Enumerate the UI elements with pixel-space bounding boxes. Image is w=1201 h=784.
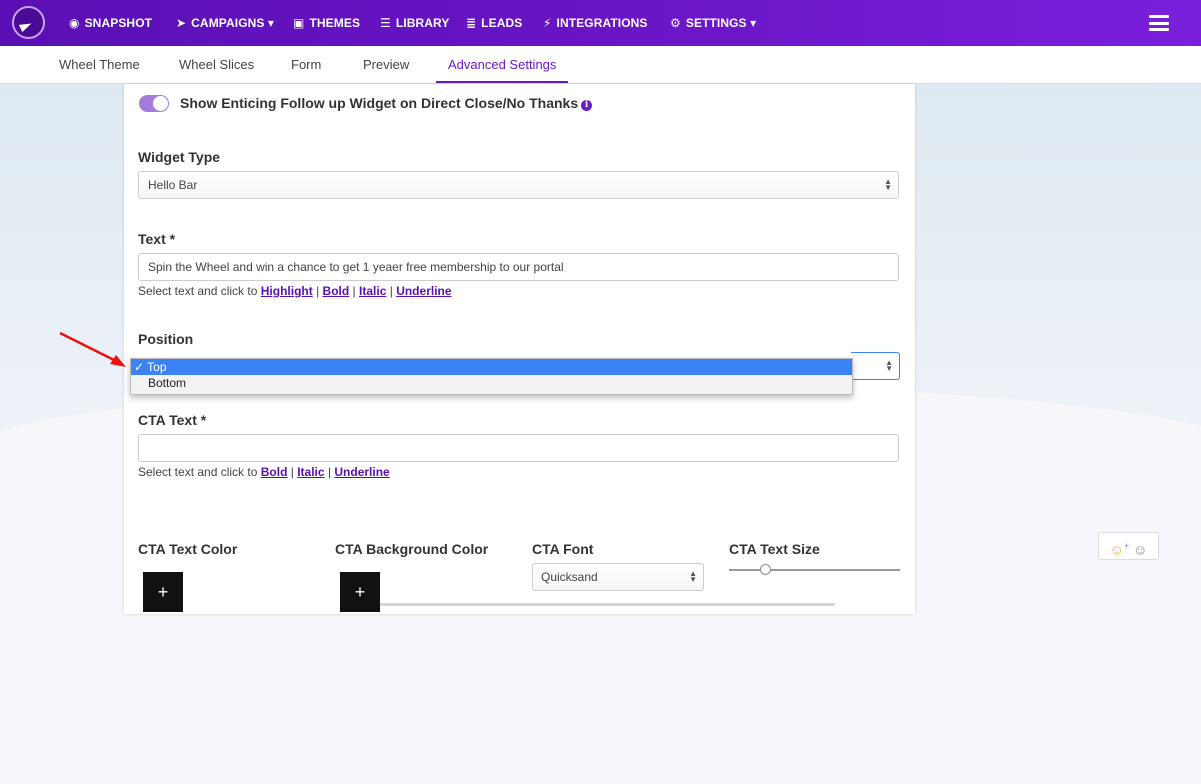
helper-prefix: Select text and click to: [138, 465, 258, 479]
plug-icon: ⚡: [543, 16, 552, 30]
nav-themes[interactable]: ▣ THEMES: [293, 0, 360, 46]
toggle-knob: [153, 96, 168, 111]
paper-plane-icon: ➤: [176, 16, 187, 30]
nav-integrations-label: INTEGRATIONS: [556, 16, 648, 30]
library-icon: ☰: [380, 16, 391, 30]
text-label: Text *: [138, 231, 176, 247]
dashboard-icon: ◉: [69, 16, 80, 30]
bold-link[interactable]: Bold: [261, 465, 288, 479]
separator: |: [327, 465, 332, 479]
cta-text-size-label: CTA Text Size: [729, 541, 820, 557]
settings-card: [124, 84, 915, 614]
cta-bg-color-label: CTA Background Color: [335, 541, 489, 557]
nav-settings[interactable]: ⚙ SETTINGS ▾: [670, 0, 756, 46]
separator: |: [290, 465, 294, 479]
helper-prefix: Select text and click to: [138, 284, 258, 298]
cta-text-color-picker[interactable]: +: [143, 572, 183, 612]
highlight-link[interactable]: Highlight: [261, 284, 313, 298]
tab-wheel-theme[interactable]: Wheel Theme: [59, 46, 140, 83]
option-bottom[interactable]: Bottom: [131, 375, 852, 391]
italic-link[interactable]: Italic: [359, 284, 386, 298]
plus-icon: +: [1123, 541, 1130, 551]
nav-snapshot-label: SNAPSHOT: [84, 16, 153, 30]
position-dropdown-list[interactable]: ✓ Top Bottom: [130, 358, 853, 395]
cta-text-label: CTA Text *: [138, 412, 207, 428]
cta-text-color-label: CTA Text Color: [138, 541, 238, 557]
italic-link[interactable]: Italic: [297, 465, 324, 479]
underline-link[interactable]: Underline: [396, 284, 451, 298]
widget-type-select[interactable]: Hello Bar ▲ ▼: [138, 171, 899, 199]
hamburger-menu-icon[interactable]: [1149, 15, 1169, 31]
widget-type-value: Hello Bar: [148, 178, 198, 192]
nav-campaigns[interactable]: ➤ CAMPAIGNS ▾: [176, 0, 274, 46]
tab-advanced-settings[interactable]: Advanced Settings: [435, 46, 569, 83]
select-updown-icon: ▲ ▼: [689, 569, 697, 584]
cta-size-slider-track[interactable]: [729, 569, 900, 571]
underline-link[interactable]: Underline: [334, 465, 389, 479]
text-format-helper: Select text and click to Highlight | Bol…: [138, 284, 452, 298]
list-icon: ≣: [466, 16, 477, 30]
nav-leads[interactable]: ≣ LEADS: [466, 0, 522, 46]
image-icon: ▣: [293, 16, 305, 30]
sub-tabs: Wheel Theme Wheel Slices Form Preview Ad…: [0, 46, 1201, 84]
smiley-icon: ☺: [1109, 541, 1124, 558]
nav-snapshot[interactable]: ◉ SNAPSHOT: [69, 0, 152, 46]
text-input[interactable]: Spin the Wheel and win a chance to get 1…: [138, 253, 899, 281]
position-label: Position: [138, 331, 194, 347]
nav-settings-label: SETTINGS ▾: [685, 16, 757, 30]
widget-type-label: Widget Type: [138, 149, 221, 165]
select-updown-icon: ▲ ▼: [885, 358, 893, 373]
nav-library[interactable]: ☰ LIBRARY: [380, 0, 449, 46]
tab-preview[interactable]: Preview: [363, 46, 409, 83]
follow-up-label: Show Enticing Follow up Widget on Direct…: [180, 95, 593, 111]
cogs-icon: ⚙: [670, 16, 681, 30]
smiley-outline-icon: ☺: [1133, 541, 1148, 558]
cta-text-input[interactable]: [138, 434, 899, 462]
follow-up-label-text: Show Enticing Follow up Widget on Direct…: [180, 95, 579, 111]
cta-bg-color-picker[interactable]: +: [340, 572, 380, 612]
app-logo[interactable]: [12, 6, 45, 39]
cta-font-value: Quicksand: [541, 570, 598, 584]
cta-font-select[interactable]: Quicksand ▲ ▼: [532, 563, 704, 591]
separator: |: [389, 284, 393, 298]
nav-campaigns-label: CAMPAIGNS ▾: [191, 16, 275, 30]
position-select[interactable]: ▲ ▼: [851, 352, 900, 380]
emoji-reaction-button[interactable]: ☺+ ☺: [1098, 532, 1159, 560]
nav-leads-label: LEADS: [481, 16, 523, 30]
nav-library-label: LIBRARY: [395, 16, 450, 30]
tab-wheel-slices[interactable]: Wheel Slices: [179, 46, 254, 83]
nav-integrations[interactable]: ⚡ INTEGRATIONS: [543, 0, 648, 46]
separator: |: [352, 284, 356, 298]
top-navbar: ◉ SNAPSHOT ➤ CAMPAIGNS ▾ ▣ THEMES ☰ LIBRARY …: [0, 0, 1201, 46]
option-top[interactable]: ✓ Top: [131, 359, 852, 375]
tab-form[interactable]: Form: [291, 46, 321, 83]
cta-font-label: CTA Font: [532, 541, 594, 557]
bold-link[interactable]: Bold: [323, 284, 350, 298]
cta-format-helper: Select text and click to Bold | Italic |…: [138, 465, 390, 479]
select-updown-icon: ▲ ▼: [884, 177, 892, 192]
separator: |: [316, 284, 320, 298]
info-icon[interactable]: i: [581, 100, 593, 111]
cta-size-slider-handle[interactable]: [760, 564, 771, 575]
follow-up-toggle[interactable]: [139, 95, 169, 112]
red-arrow-annotation: [59, 331, 126, 367]
nav-themes-label: THEMES: [309, 16, 361, 30]
